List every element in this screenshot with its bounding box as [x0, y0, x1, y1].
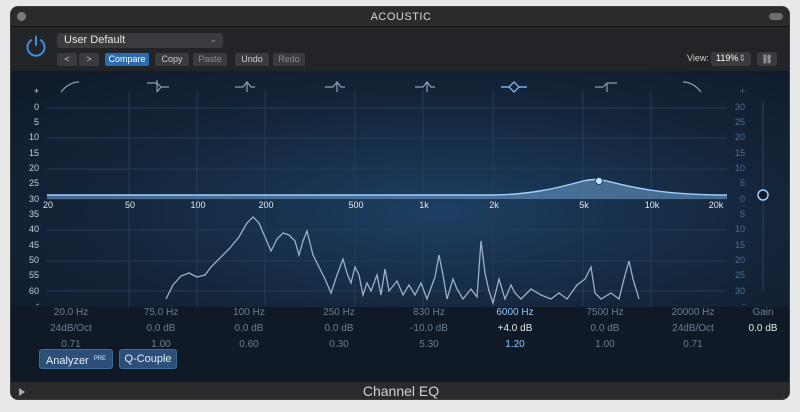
freq-label: 200: [258, 200, 274, 210]
db-label-left: 25: [28, 178, 39, 188]
q-couple-button[interactable]: Q-Couple: [119, 349, 177, 369]
low-shelf-icon[interactable]: [147, 80, 169, 93]
db-label-left: 20: [28, 163, 39, 173]
band-1-frequency[interactable]: 20.0 Hz: [33, 307, 109, 318]
gain-slider-knob[interactable]: [757, 189, 769, 201]
band-1-slope[interactable]: 24dB/Oct: [33, 323, 109, 334]
db-label-right: +: [739, 86, 745, 96]
db-label-right: 5: [739, 178, 745, 188]
freq-label: 50: [124, 200, 135, 210]
high-cut-icon[interactable]: [682, 81, 702, 93]
analyzer-button[interactable]: Analyzer PRE: [39, 349, 113, 369]
db-label-left: 40: [28, 224, 39, 234]
db-label-left: 50: [28, 255, 39, 265]
db-label-right: 10: [734, 224, 745, 234]
band-4-gain[interactable]: 0.0 dB: [301, 323, 377, 334]
db-label-right: 25: [734, 117, 745, 127]
db-label-right: 15: [734, 240, 745, 250]
band-5-frequency[interactable]: 830 Hz: [391, 307, 467, 318]
bell-icon[interactable]: [235, 81, 255, 92]
analyzer-pre-badge: PRE: [93, 356, 107, 362]
db-label-right: 15: [734, 148, 745, 158]
db-label-left: 15: [28, 148, 39, 158]
db-label-right: 20: [734, 255, 745, 265]
db-label-left: 10: [28, 132, 39, 142]
title-bar: ACOUSTIC: [11, 7, 789, 27]
plugin-window: ACOUSTIC User Default ⌄ < > Compare Copy…: [10, 6, 790, 400]
db-label-right: 30: [734, 286, 745, 296]
band-handle-6000hz[interactable]: [595, 177, 603, 185]
window-control-pill[interactable]: [769, 13, 783, 20]
freq-label: 2k: [489, 200, 499, 210]
eq-graph[interactable]: + 0 5 10 15 20 25 30 35 40 45 50 55 60 -…: [11, 71, 789, 309]
plugin-name: Channel EQ: [362, 383, 440, 399]
bell-icon[interactable]: [415, 81, 435, 92]
db-label-left: 60: [28, 286, 39, 296]
db-label-right: 25: [734, 270, 745, 280]
low-cut-icon[interactable]: [60, 81, 80, 93]
copy-button[interactable]: Copy: [155, 53, 189, 66]
link-icon[interactable]: ⛓: [757, 52, 777, 66]
eq-curve-fill: [47, 179, 727, 199]
eq-graph-svg: [47, 80, 769, 307]
band-parameters: 20.0 Hz 75.0 Hz 100 Hz 250 Hz 830 Hz 600…: [11, 307, 789, 350]
db-label-left: 35: [28, 209, 39, 219]
db-label-right: 20: [734, 132, 745, 142]
view-label: View:: [687, 53, 709, 63]
band-7-frequency[interactable]: 7500 Hz: [567, 307, 643, 318]
db-label-left: 5: [33, 117, 39, 127]
window-title: ACOUSTIC: [370, 11, 432, 23]
db-label-right: 30: [734, 102, 745, 112]
db-label-left: 45: [28, 240, 39, 250]
db-label-left: +: [33, 86, 39, 96]
view-zoom-value: 119%: [716, 53, 739, 63]
band-2-frequency[interactable]: 75.0 Hz: [123, 307, 199, 318]
band-8-frequency[interactable]: 20000 Hz: [655, 307, 731, 318]
freq-label: 100: [190, 200, 206, 210]
power-icon[interactable]: [23, 33, 49, 59]
paste-button[interactable]: Paste: [193, 53, 227, 66]
band-5-gain[interactable]: -10.0 dB: [391, 323, 467, 334]
gain-label: Gain: [752, 307, 774, 318]
view-zoom-select[interactable]: 119% ⇕: [711, 52, 751, 66]
db-label-right: 10: [734, 163, 745, 173]
undo-button[interactable]: Undo: [235, 53, 269, 66]
band-4-frequency[interactable]: 250 Hz: [301, 307, 377, 318]
freq-label: 5k: [579, 200, 589, 210]
freq-label: 20: [42, 200, 53, 210]
band-6-frequency[interactable]: 6000 Hz: [477, 307, 553, 318]
band-6-gain[interactable]: +4.0 dB: [477, 323, 553, 334]
band-8-slope[interactable]: 24dB/Oct: [655, 323, 731, 334]
high-shelf-icon[interactable]: [595, 82, 617, 92]
gain-value[interactable]: 0.0 dB: [741, 323, 785, 334]
stepper-icon: ⇕: [738, 53, 746, 63]
preset-label: User Default: [64, 34, 126, 46]
plugin-header: User Default ⌄ < > Compare Copy Paste Un…: [11, 27, 789, 71]
band-7-gain[interactable]: 0.0 dB: [567, 323, 643, 334]
freq-label: 10k: [644, 200, 660, 210]
bell-icon[interactable]: [325, 81, 345, 92]
next-preset-button[interactable]: >: [79, 53, 99, 66]
freq-label: 20k: [708, 200, 724, 210]
freq-label: 1k: [419, 200, 429, 210]
preset-menu[interactable]: User Default ⌄: [57, 33, 223, 48]
plugin-footer-bar: Channel EQ: [11, 381, 789, 399]
previous-preset-button[interactable]: <: [57, 53, 77, 66]
analyzer-label: Analyzer: [45, 355, 89, 367]
db-label-right: 5: [739, 209, 745, 219]
redo-button[interactable]: Redo: [273, 53, 305, 66]
db-label-left: 0: [33, 102, 39, 112]
band-3-frequency[interactable]: 100 Hz: [211, 307, 287, 318]
compare-button[interactable]: Compare: [105, 53, 149, 66]
band-2-gain[interactable]: 0.0 dB: [123, 323, 199, 334]
bell-active-icon[interactable]: [501, 81, 527, 93]
band-3-gain[interactable]: 0.0 dB: [211, 323, 287, 334]
freq-label: 500: [348, 200, 364, 210]
chevron-down-icon: ⌄: [209, 34, 217, 44]
db-label-left: 55: [28, 270, 39, 280]
